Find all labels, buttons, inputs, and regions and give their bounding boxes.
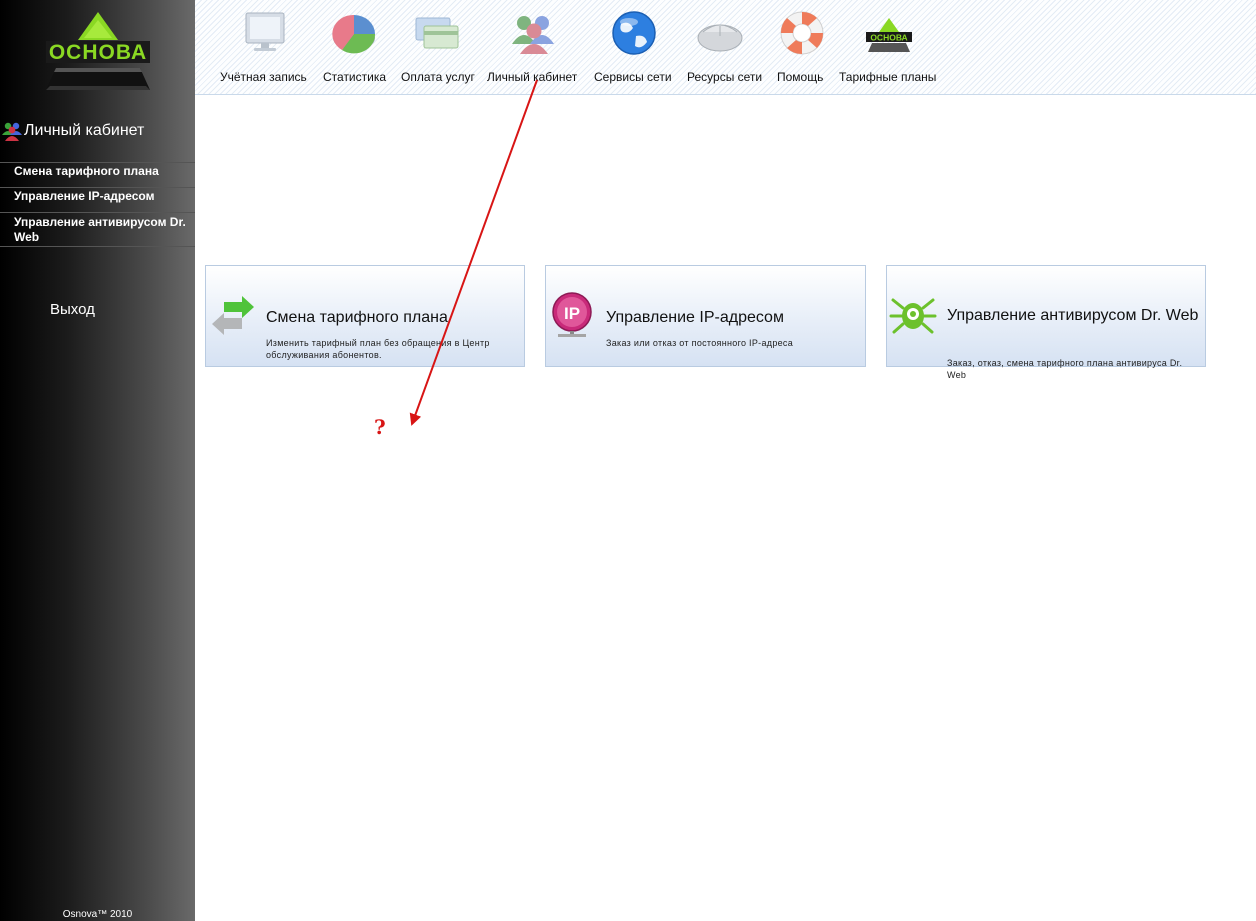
card-change-tariff-title: Смена тарифного плана <box>266 309 448 326</box>
nav-account[interactable]: Учётная запись <box>220 0 310 95</box>
lifebuoy-icon <box>780 11 824 55</box>
nav-help-label: Помощь <box>777 70 824 84</box>
swap-arrows-icon <box>212 296 254 335</box>
osnova-logo[interactable]: ОСНОВА <box>42 10 154 92</box>
osnova-logo-icon: ОСНОВА <box>866 18 912 52</box>
section-title: Личный кабинет <box>0 118 195 144</box>
nav-personal-cabinet-label: Личный кабинет <box>487 70 578 84</box>
annotation-question-mark: ? <box>374 415 386 439</box>
side-menu-change-tariff[interactable]: Смена тарифного плана <box>0 163 195 188</box>
nav-network-resources[interactable]: Ресурсы сети <box>687 0 767 95</box>
nav-network-services[interactable]: Сервисы сети <box>594 0 679 95</box>
section-title-label: Личный кабинет <box>24 122 145 139</box>
card-antivirus[interactable]: Управление антивирусом Dr. Web Заказ, от… <box>886 265 1206 380</box>
side-menu-antivirus[interactable]: Управление антивирусом Dr. Web <box>0 213 195 247</box>
nav-help[interactable]: Помощь <box>777 0 832 95</box>
users-icon <box>2 122 22 141</box>
credit-cards-icon <box>415 17 459 49</box>
monitor-icon <box>245 12 285 51</box>
nav-tariff-plans[interactable]: ОСНОВА Тарифные планы <box>839 0 944 95</box>
card-ip-address-desc: Заказ или отказ от постоянного IP-адреса <box>606 338 794 348</box>
logo-text: ОСНОВА <box>49 41 147 64</box>
globe-icon <box>612 11 656 55</box>
nav-statistics[interactable]: Статистика <box>322 0 392 95</box>
svg-text:IP: IP <box>564 304 580 323</box>
nav-tariff-plans-label: Тарифные планы <box>839 70 937 84</box>
top-navigation: Учётная запись Статистика Оплата услуг Л… <box>195 0 1256 95</box>
ip-address-icon: IP <box>552 292 592 337</box>
drweb-spider-icon <box>889 298 937 334</box>
nav-network-resources-label: Ресурсы сети <box>687 70 763 84</box>
users-icon <box>512 16 554 54</box>
footer-copyright: Osnova™ 2010 <box>62 909 133 920</box>
card-change-tariff-desc: Изменить тарифный план без обращения в Ц… <box>266 338 490 360</box>
nav-payment[interactable]: Оплата услуг <box>400 0 480 95</box>
nav-payment-label: Оплата услуг <box>401 70 475 84</box>
nav-account-label: Учётная запись <box>220 70 307 84</box>
side-menu: Смена тарифного плана Управление IP-адре… <box>0 162 195 247</box>
nav-network-services-label: Сервисы сети <box>594 70 672 84</box>
card-change-tariff[interactable]: Смена тарифного плана Изменить тарифный … <box>205 265 525 367</box>
sidebar: ОСНОВА Личный кабинет Смена тарифного пл… <box>0 0 195 921</box>
side-menu-ip-address[interactable]: Управление IP-адресом <box>0 188 195 213</box>
tariff-icon-text: ОСНОВА <box>870 33 907 43</box>
logout-link[interactable]: Выход <box>50 301 95 318</box>
card-antivirus-title: Управление антивирусом Dr. Web <box>947 307 1199 324</box>
pie-chart-icon <box>332 14 376 54</box>
nav-statistics-label: Статистика <box>323 70 387 84</box>
card-ip-address-title: Управление IP-адресом <box>606 309 784 326</box>
mouse-icon <box>697 24 743 52</box>
nav-personal-cabinet[interactable]: Личный кабинет <box>487 0 582 95</box>
card-antivirus-desc: Заказ, отказ, смена тарифного плана анти… <box>947 358 1183 380</box>
card-ip-address[interactable]: IP Управление IP-адресом Заказ или отказ… <box>545 265 866 367</box>
